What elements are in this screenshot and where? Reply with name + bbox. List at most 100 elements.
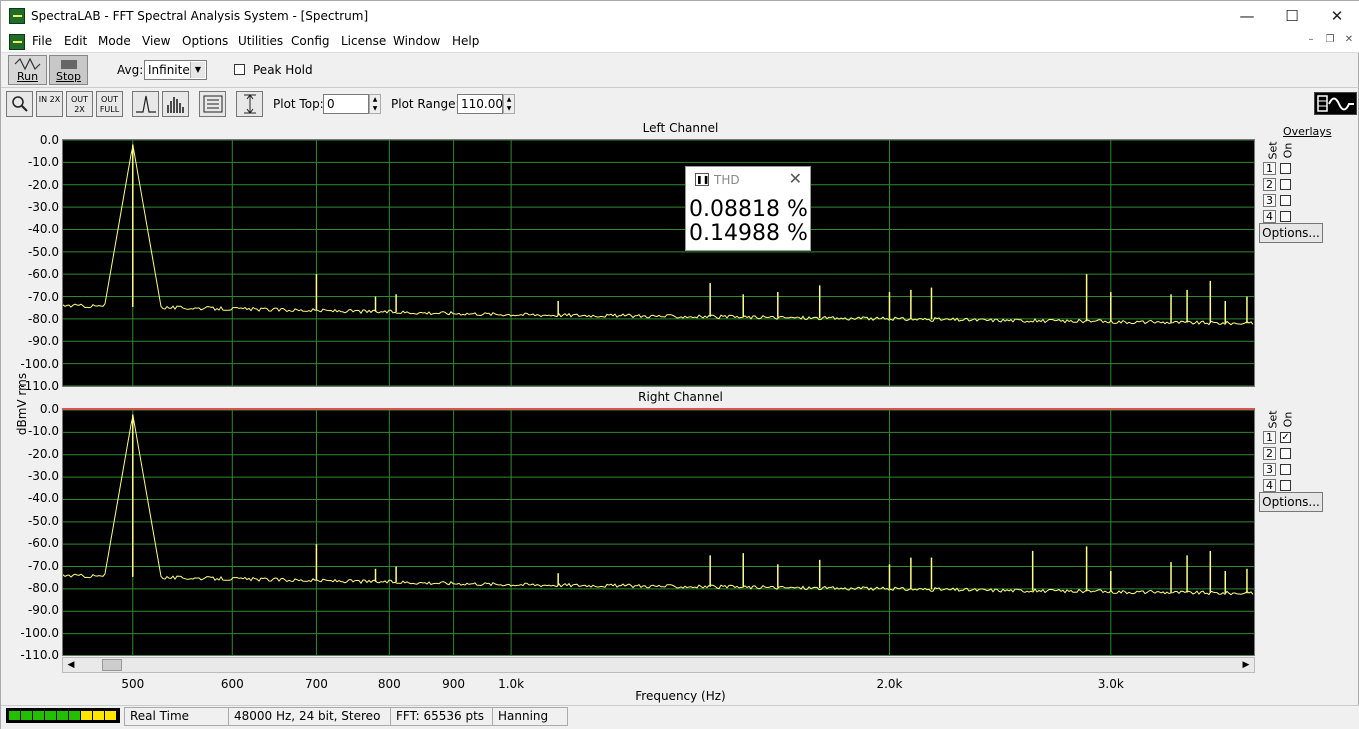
overlay-on-header: On	[1281, 411, 1295, 428]
run-label: Run	[16, 70, 39, 83]
overlays-title[interactable]: Overlays	[1283, 125, 1332, 138]
thd-popup[interactable]: ❚❚ THD ✕ 0.08818 % 0.14988 %	[685, 166, 811, 251]
display-settings-button[interactable]	[199, 91, 226, 117]
window-title: SpectraLAB - FFT Spectral Analysis Syste…	[31, 9, 369, 23]
menu-edit[interactable]: Edit	[64, 34, 87, 48]
pause-icon[interactable]: ❚❚	[695, 173, 709, 186]
plot-range-label: Plot Range:	[391, 97, 460, 111]
scroll-thumb[interactable]	[102, 659, 122, 671]
avg-select[interactable]: Infinite ▼	[144, 60, 207, 80]
plot-top-spinner[interactable]: ▲ ▼	[369, 94, 381, 114]
y-tick-label: -60.0	[27, 536, 59, 551]
overlay-4-checkbox[interactable]	[1280, 211, 1291, 222]
close-button[interactable]: ✕	[1314, 1, 1359, 32]
overlay-set-2-button[interactable]: 2	[1263, 447, 1276, 460]
x-axis-label: Frequency (Hz)	[635, 689, 726, 703]
overlay-on-header: On	[1281, 142, 1295, 159]
plot-top-label: Plot Top:	[273, 97, 324, 111]
horizontal-scrollbar[interactable]: ◀ ▶	[62, 657, 1255, 673]
overlay-2-checkbox[interactable]	[1280, 448, 1291, 459]
overlay-2-checkbox[interactable]	[1280, 179, 1291, 190]
y-tick-label: 0.0	[39, 402, 59, 416]
stop-button[interactable]: Stop	[49, 55, 88, 85]
line-plot-icon	[135, 95, 156, 113]
menu-window[interactable]: Window	[393, 34, 440, 48]
menu-mode[interactable]: Mode	[98, 34, 131, 48]
line-plot-button[interactable]	[132, 91, 159, 117]
overlay-4-checkbox[interactable]	[1280, 480, 1291, 491]
meter-segment	[57, 711, 68, 720]
overlay-set-4-button[interactable]: 4	[1263, 479, 1276, 492]
overlay-set-1-button[interactable]: 1	[1263, 431, 1276, 444]
scroll-left-icon[interactable]: ◀	[64, 659, 78, 671]
maximize-button[interactable]: ☐	[1269, 1, 1315, 32]
mdi-close-button[interactable]: ✕	[1341, 34, 1357, 48]
overlay-set-2-button[interactable]: 2	[1263, 178, 1276, 191]
plot-range-spinner[interactable]: ▲ ▼	[503, 94, 515, 114]
menu-bar: File Edit Mode View Options Utilities Co…	[1, 32, 1359, 52]
y-tick-label: -20.0	[27, 446, 59, 461]
menu-view[interactable]: View	[142, 34, 170, 48]
y-tick-label: -80.0	[27, 311, 59, 326]
mdi-restore-button[interactable]: ❐	[1322, 34, 1338, 48]
left-channel-title: Left Channel	[642, 121, 719, 135]
right-channel-title: Right Channel	[638, 390, 723, 404]
overlay-1-checkbox[interactable]	[1280, 163, 1291, 174]
meter-segment	[33, 711, 44, 720]
bar-plot-icon	[166, 97, 184, 113]
y-tick-label: -100.0	[20, 356, 59, 371]
y-tick-label: -10.0	[27, 424, 59, 439]
y-tick-label: -50.0	[27, 244, 59, 259]
plot-range-input[interactable]: 110.00	[457, 94, 503, 114]
menu-help[interactable]: Help	[452, 34, 479, 48]
left-channel-plot[interactable]	[62, 139, 1255, 387]
right-channel-plot[interactable]	[62, 408, 1255, 656]
plot-top-input[interactable]: 0	[323, 94, 369, 114]
zoom-full-button[interactable]: OUT FULL	[96, 91, 123, 117]
peak-hold-label: Peak Hold	[253, 63, 313, 77]
minimize-button[interactable]: —	[1224, 1, 1270, 32]
overlay-1-checkbox[interactable]: ✓	[1280, 432, 1291, 443]
meter-segment	[93, 711, 104, 720]
thd-left-value: 0.08818 %	[689, 197, 808, 222]
overlay-options-button[interactable]: Options...	[1259, 223, 1323, 243]
autoscale-button[interactable]	[236, 91, 263, 117]
y-tick-label: -70.0	[27, 289, 59, 304]
y-tick-label: 0.0	[39, 133, 59, 147]
overlay-set-3-button[interactable]: 3	[1263, 194, 1276, 207]
waveform-icon	[14, 57, 40, 71]
vertical-scale-icon	[243, 94, 256, 114]
zoom-in-2x-button[interactable]: IN 2X	[36, 91, 63, 117]
status-fft-size: FFT: 65536 pts	[390, 707, 493, 726]
meter-segment	[69, 711, 80, 720]
overlay-3-checkbox[interactable]	[1280, 464, 1291, 475]
avg-label: Avg:	[117, 63, 144, 77]
thd-close-icon[interactable]: ✕	[789, 169, 802, 188]
overlay-options-button[interactable]: Options...	[1259, 492, 1323, 512]
overlay-3-checkbox[interactable]	[1280, 195, 1291, 206]
menu-config[interactable]: Config	[291, 34, 330, 48]
overlay-set-4-button[interactable]: 4	[1263, 210, 1276, 223]
meter-segment	[21, 711, 32, 720]
overlay-set-3-button[interactable]: 3	[1263, 463, 1276, 476]
overlay-set-1-button[interactable]: 1	[1263, 162, 1276, 175]
menu-options[interactable]: Options	[182, 34, 228, 48]
peak-hold-checkbox[interactable]	[234, 64, 245, 75]
scroll-right-icon[interactable]: ▶	[1239, 659, 1253, 671]
meter-segment	[81, 711, 92, 720]
y-tick-label: -70.0	[27, 558, 59, 573]
y-tick-label: -50.0	[27, 513, 59, 528]
mdi-minimize-button[interactable]: –	[1303, 34, 1319, 48]
menu-license[interactable]: License	[341, 34, 386, 48]
meter-segment	[105, 711, 116, 720]
menu-utilities[interactable]: Utilities	[238, 34, 283, 48]
app-window: SpectraLAB - FFT Spectral Analysis Syste…	[0, 0, 1359, 729]
bar-plot-button[interactable]	[162, 91, 189, 117]
y-tick-label: -30.0	[27, 469, 59, 484]
zoom-out-2x-button[interactable]: OUT 2X	[66, 91, 93, 117]
doc-icon[interactable]	[9, 34, 25, 50]
zoom-button[interactable]	[6, 91, 33, 117]
y-tick-label: -40.0	[27, 491, 59, 506]
run-button[interactable]: Run	[8, 55, 47, 85]
menu-file[interactable]: File	[32, 34, 52, 48]
